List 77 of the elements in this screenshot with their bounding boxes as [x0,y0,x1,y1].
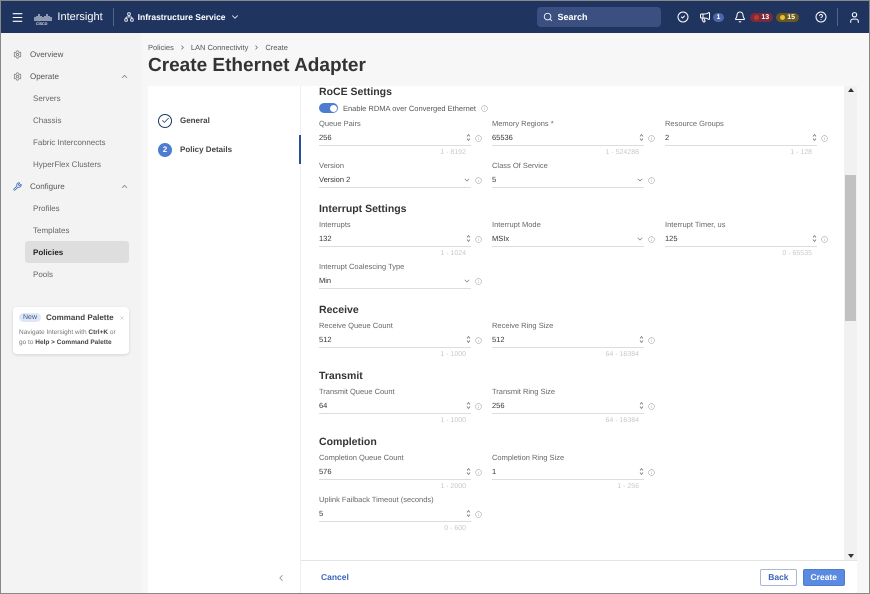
section-title: Receive [319,304,360,316]
spinner-arrows-icon[interactable] [812,133,817,142]
logo-bars-icon [34,14,52,20]
search-icon [542,12,552,22]
info-icon [648,176,655,184]
nav-label: Operate [30,72,60,80]
megaphone-icon [698,11,710,23]
nav-item[interactable]: Overview [13,43,129,65]
nav-label: Overview [30,50,64,58]
section-title: Interrupt Settings [319,203,408,215]
nav-item[interactable]: Profiles [25,197,129,219]
chevron-right-icon [178,44,186,51]
cancel-link[interactable]: Cancel [315,571,355,583]
scroll-down-icon[interactable] [848,554,854,558]
spinner-arrows-icon[interactable] [639,401,644,410]
bell-icon [734,11,746,23]
nav-group-header[interactable]: Configure [13,175,129,197]
info-icon [475,402,482,410]
spinner-arrows-icon[interactable] [466,401,471,410]
info-icon [821,236,828,242]
info-icon [821,134,828,142]
app-name: Intersight [57,11,103,23]
chevron-right-icon [253,44,260,51]
section-title: Transmit [319,370,364,382]
scroll-up-icon[interactable] [848,88,854,92]
network-icon [124,12,134,22]
promo-title: Command Palette [46,313,114,322]
nav-group-header[interactable]: Operate [13,65,129,87]
nav-label: Configure [30,182,66,190]
info-icon [475,176,482,184]
back-button[interactable]: Back [760,568,797,586]
spinner-arrows-icon[interactable] [639,133,644,142]
step-status-icon: 2 [158,142,172,156]
nav-item[interactable]: Templates [25,219,129,241]
info-icon [475,336,482,344]
nav-item[interactable]: Pools [25,263,129,285]
info-icon [648,402,655,410]
wizard-step[interactable]: General [158,106,301,135]
nav-item[interactable]: Servers [25,87,129,109]
nav-item[interactable]: Policies [25,241,129,263]
help-icon [815,11,827,23]
wrench-icon [13,182,22,190]
scrollbar[interactable] [844,86,857,560]
info-icon [648,236,655,242]
section-title: RoCE Settings [319,86,393,98]
info-icon [648,134,655,142]
service-selector[interactable]: Infrastructure Service [138,12,226,22]
nav-item[interactable]: HyperFlex Clusters [25,153,129,175]
nav-item[interactable]: Fabric Interconnects [25,131,129,153]
section-title: Completion [319,436,378,448]
toggle-switch[interactable] [319,103,338,113]
search-field[interactable]: Search [536,7,660,27]
info-icon [475,236,482,242]
info-icon [648,468,655,476]
nav-item[interactable]: Chassis [25,109,129,131]
gear-icon [13,50,22,58]
page-title: Create Ethernet Adapter [148,55,367,77]
gear-icon [13,72,22,80]
spinner-arrows-icon[interactable] [466,467,471,476]
user-icon [848,10,861,24]
spinner-arrows-icon[interactable] [466,234,471,243]
info-icon [648,336,655,344]
spinner-arrows-icon[interactable] [466,335,471,344]
spinner-arrows-icon[interactable] [466,133,471,142]
spinner-arrows-icon[interactable] [639,467,644,476]
wizard-step[interactable]: 2 Policy Details [158,135,301,164]
info-icon [475,134,482,142]
spinner-arrows-icon[interactable] [639,335,644,344]
info-icon [481,104,488,112]
info-icon [475,510,482,518]
menu-icon [11,10,24,24]
check-circle-icon [676,11,688,23]
spinner-arrows-icon[interactable] [466,509,471,518]
info-icon [475,468,482,476]
info-icon [475,278,482,284]
close-icon [118,314,125,320]
spinner-arrows-icon[interactable] [812,234,817,243]
